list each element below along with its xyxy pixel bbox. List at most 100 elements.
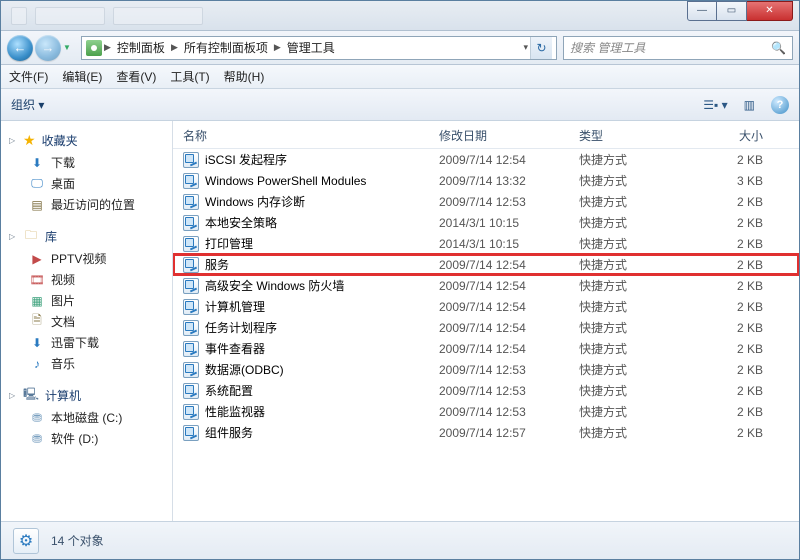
file-row[interactable]: iSCSI 发起程序2009/7/14 12:54快捷方式2 KB (173, 149, 799, 170)
preview-pane-button[interactable]: ▥ (744, 98, 755, 112)
sidebar-item-pptv[interactable]: ▶PPTV视频 (1, 248, 172, 269)
file-date: 2009/7/14 12:54 (439, 300, 579, 314)
shortcut-icon (183, 383, 199, 399)
file-type: 快捷方式 (579, 193, 703, 210)
col-type[interactable]: 类型 (579, 127, 703, 144)
file-row[interactable]: 任务计划程序2009/7/14 12:54快捷方式2 KB (173, 317, 799, 338)
file-type: 快捷方式 (579, 172, 703, 189)
file-date: 2009/7/14 12:54 (439, 279, 579, 293)
file-size: 2 KB (703, 321, 763, 335)
file-size: 2 KB (703, 258, 763, 272)
file-type: 快捷方式 (579, 256, 703, 273)
file-type: 快捷方式 (579, 382, 703, 399)
shortcut-icon (183, 404, 199, 420)
file-name: 本地安全策略 (205, 214, 277, 231)
file-row[interactable]: Windows PowerShell Modules 2009/7/14 13:3… (173, 170, 799, 191)
file-row[interactable]: 打印管理2014/3/1 10:15快捷方式2 KB (173, 233, 799, 254)
column-headers: 名称 修改日期 类型 大小 (173, 121, 799, 149)
body: ▷★收藏夹 ⬇下载 🖵桌面 ▤最近访问的位置 ▷🗀库 ▶PPTV视频 🎞视频 ▦… (1, 121, 799, 521)
toolbar: 组织 ▾ ☰▪ ▾ ▥ ? (1, 89, 799, 121)
breadcrumb-2[interactable]: 管理工具 (283, 39, 339, 56)
shortcut-icon (183, 194, 199, 210)
file-type: 快捷方式 (579, 235, 703, 252)
address-dropdown-icon[interactable]: ▾ (523, 42, 528, 53)
sidebar-item-documents[interactable]: 🗎文档 (1, 311, 172, 332)
file-date: 2009/7/14 12:53 (439, 405, 579, 419)
sidebar-item-recent[interactable]: ▤最近访问的位置 (1, 194, 172, 215)
nav-arrows: ← → ▼ (7, 35, 75, 61)
col-size[interactable]: 大小 (703, 127, 763, 144)
menu-edit[interactable]: 编辑(E) (62, 68, 102, 85)
shortcut-icon (183, 341, 199, 357)
close-button[interactable]: ✕ (747, 1, 793, 21)
file-row[interactable]: 高级安全 Windows 防火墙2009/7/14 12:54快捷方式2 KB (173, 275, 799, 296)
file-row[interactable]: Windows 内存诊断2009/7/14 12:53快捷方式2 KB (173, 191, 799, 212)
navbar: ← → ▼ ▶ 控制面板 ▶ 所有控制面板项 ▶ 管理工具 ▾ ↻ 搜索 管理工… (1, 31, 799, 65)
sidebar-item-desktop[interactable]: 🖵桌面 (1, 173, 172, 194)
sidebar-item-downloads[interactable]: ⬇下载 (1, 152, 172, 173)
shortcut-icon (183, 152, 199, 168)
back-button[interactable]: ← (7, 35, 33, 61)
sidebar-libraries[interactable]: ▷🗀库 (1, 225, 172, 248)
file-name: Windows PowerShell Modules (205, 174, 366, 188)
breadcrumb-0[interactable]: 控制面板 (113, 39, 169, 56)
menu-file[interactable]: 文件(F) (9, 68, 48, 85)
history-dropdown-icon[interactable]: ▼ (63, 43, 75, 52)
sidebar-item-xunlei[interactable]: ⬇迅雷下载 (1, 332, 172, 353)
file-date: 2014/3/1 10:15 (439, 216, 579, 230)
menu-tools[interactable]: 工具(T) (170, 68, 209, 85)
file-date: 2009/7/14 12:54 (439, 258, 579, 272)
organize-button[interactable]: 组织 ▾ (11, 96, 44, 113)
menu-view[interactable]: 查看(V) (116, 68, 156, 85)
statusbar: ⚙ 14 个对象 (1, 521, 799, 559)
file-list: 名称 修改日期 类型 大小 iSCSI 发起程序2009/7/14 12:54快… (173, 121, 799, 521)
chevron-right-icon[interactable]: ▶ (171, 42, 178, 53)
sidebar-item-pictures[interactable]: ▦图片 (1, 290, 172, 311)
file-type: 快捷方式 (579, 277, 703, 294)
sidebar-item-music[interactable]: ♪音乐 (1, 353, 172, 374)
status-icon: ⚙ (13, 528, 39, 554)
sidebar-favorites[interactable]: ▷★收藏夹 (1, 129, 172, 152)
file-size: 2 KB (703, 279, 763, 293)
file-type: 快捷方式 (579, 361, 703, 378)
chevron-right-icon[interactable]: ▶ (104, 42, 111, 53)
menu-help[interactable]: 帮助(H) (224, 68, 265, 85)
maximize-button[interactable]: ▭ (717, 1, 747, 21)
file-type: 快捷方式 (579, 298, 703, 315)
sidebar-item-drive-d[interactable]: ⛃软件 (D:) (1, 428, 172, 449)
sidebar-computer[interactable]: ▷🖳计算机 (1, 384, 172, 407)
file-size: 2 KB (703, 363, 763, 377)
col-date[interactable]: 修改日期 (439, 127, 579, 144)
chevron-right-icon[interactable]: ▶ (274, 42, 281, 53)
file-date: 2009/7/14 12:54 (439, 342, 579, 356)
file-row[interactable]: 服务2009/7/14 12:54快捷方式2 KB (173, 254, 799, 275)
file-row[interactable]: 数据源(ODBC)2009/7/14 12:53快捷方式2 KB (173, 359, 799, 380)
file-date: 2009/7/14 12:57 (439, 426, 579, 440)
search-input[interactable]: 搜索 管理工具 🔍 (563, 36, 793, 60)
file-size: 3 KB (703, 174, 763, 188)
file-type: 快捷方式 (579, 340, 703, 357)
view-mode-button[interactable]: ☰▪ ▾ (703, 98, 727, 112)
file-name: iSCSI 发起程序 (205, 151, 287, 168)
refresh-button[interactable]: ↻ (530, 37, 552, 59)
address-bar[interactable]: ▶ 控制面板 ▶ 所有控制面板项 ▶ 管理工具 ▾ ↻ (81, 36, 557, 60)
file-date: 2009/7/14 13:32 (439, 174, 579, 188)
file-row[interactable]: 系统配置2009/7/14 12:53快捷方式2 KB (173, 380, 799, 401)
file-name: 组件服务 (205, 424, 253, 441)
file-row[interactable]: 组件服务2009/7/14 12:57快捷方式2 KB (173, 422, 799, 443)
file-row[interactable]: 性能监视器2009/7/14 12:53快捷方式2 KB (173, 401, 799, 422)
file-row[interactable]: 计算机管理2009/7/14 12:54快捷方式2 KB (173, 296, 799, 317)
breadcrumb-1[interactable]: 所有控制面板项 (180, 39, 272, 56)
file-row[interactable]: 本地安全策略2014/3/1 10:15快捷方式2 KB (173, 212, 799, 233)
help-button[interactable]: ? (771, 96, 789, 114)
forward-button[interactable]: → (35, 35, 61, 61)
sidebar-item-videos[interactable]: 🎞视频 (1, 269, 172, 290)
col-name[interactable]: 名称 (183, 127, 439, 144)
shortcut-icon (183, 173, 199, 189)
search-icon[interactable]: 🔍 (771, 41, 786, 55)
shortcut-icon (183, 278, 199, 294)
file-name: 事件查看器 (205, 340, 265, 357)
file-row[interactable]: 事件查看器2009/7/14 12:54快捷方式2 KB (173, 338, 799, 359)
minimize-button[interactable]: — (687, 1, 717, 21)
sidebar-item-drive-c[interactable]: ⛃本地磁盘 (C:) (1, 407, 172, 428)
